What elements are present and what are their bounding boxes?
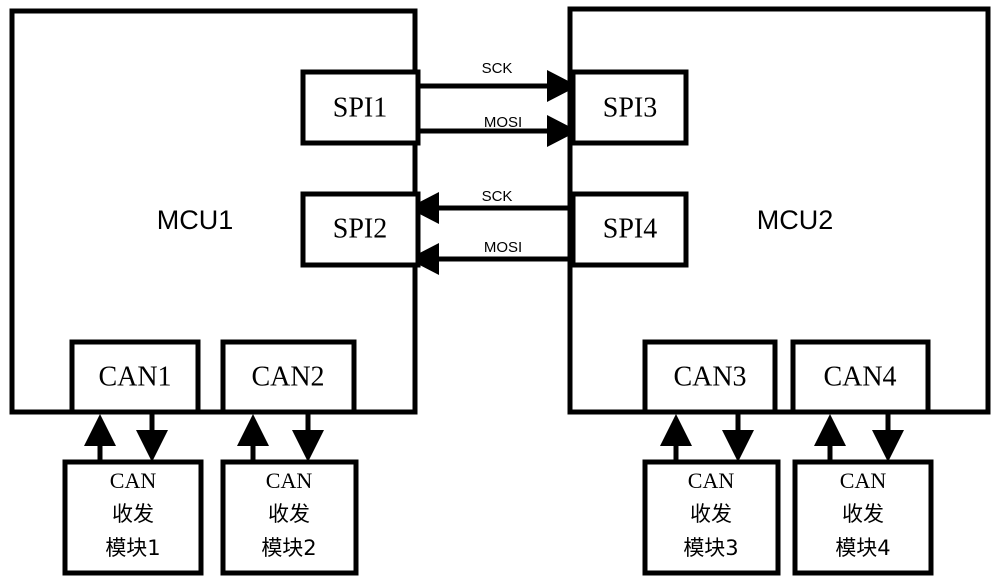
transceiver2-line2: 收发 <box>268 502 310 526</box>
arrowhead-can3-up <box>660 414 692 446</box>
transceiver1-line3: 模块1 <box>105 536 160 560</box>
transceiver1-line1: CAN <box>110 468 157 493</box>
arrowhead-can2-down <box>292 430 324 462</box>
can4-label: CAN4 <box>823 361 896 392</box>
spi2-label: SPI2 <box>333 213 387 244</box>
arrowhead-can4-up <box>814 414 846 446</box>
transceiver2-line3: 模块2 <box>261 536 316 560</box>
transceiver4-line2: 收发 <box>842 502 884 526</box>
block-diagram: MCU1 MCU2 SPI1 SPI2 SPI3 SPI4 SCK MOSI S… <box>9 6 991 576</box>
can3-label: CAN3 <box>673 361 746 392</box>
mcu2-label: MCU2 <box>757 205 834 235</box>
diagram-root: MCU1 MCU2 SPI1 SPI2 SPI3 SPI4 SCK MOSI S… <box>0 0 1000 584</box>
spi1-label: SPI1 <box>333 92 387 123</box>
sck-top-label: SCK <box>482 60 513 77</box>
mcu1-label: MCU1 <box>157 205 234 235</box>
spi4-label: SPI4 <box>603 213 657 244</box>
spi3-label: SPI3 <box>603 92 657 123</box>
arrowhead-can1-up <box>84 414 116 446</box>
transceiver3-line2: 收发 <box>690 502 732 526</box>
arrowhead-can1-down <box>136 430 168 462</box>
can2-label: CAN2 <box>251 361 324 392</box>
transceiver1-line2: 收发 <box>112 502 154 526</box>
mosi-top-label: MOSI <box>484 114 522 131</box>
sck-bottom-label: SCK <box>482 188 513 205</box>
transceiver4-line3: 模块4 <box>835 536 890 560</box>
transceiver3-line1: CAN <box>688 468 735 493</box>
can1-label: CAN1 <box>98 361 171 392</box>
transceiver4-line1: CAN <box>840 468 887 493</box>
arrowhead-can4-down <box>872 430 904 462</box>
arrowhead-can3-down <box>722 430 754 462</box>
transceiver2-line1: CAN <box>266 468 313 493</box>
mosi-bottom-label: MOSI <box>484 239 522 256</box>
arrowhead-can2-up <box>237 414 269 446</box>
transceiver3-line3: 模块3 <box>683 536 738 560</box>
